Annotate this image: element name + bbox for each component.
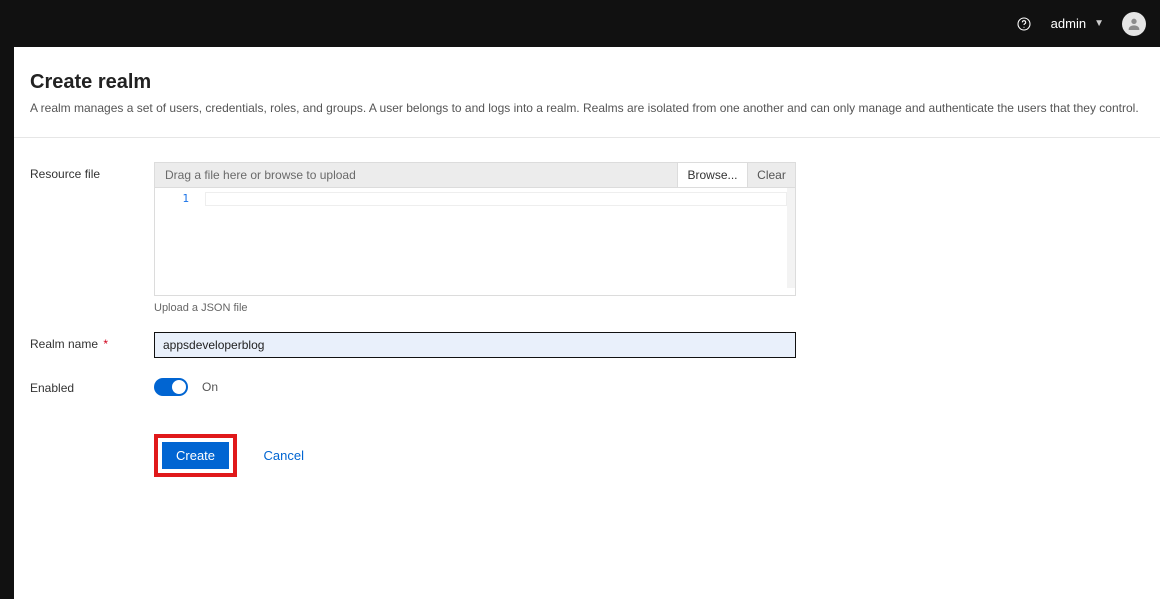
editor-gutter: 1 bbox=[155, 188, 195, 295]
editor-scrollbar[interactable] bbox=[787, 188, 795, 288]
resource-file-row: Resource file Drag a file here or browse… bbox=[30, 162, 1144, 314]
page-description: A realm manages a set of users, credenti… bbox=[30, 100, 1144, 117]
actions-row: Create Cancel bbox=[30, 434, 1144, 477]
topbar: admin ▼ bbox=[0, 0, 1160, 47]
cancel-button[interactable]: Cancel bbox=[263, 448, 303, 463]
realm-name-label-text: Realm name bbox=[30, 337, 98, 351]
realm-name-row: Realm name * bbox=[30, 332, 1144, 358]
chevron-down-icon: ▼ bbox=[1094, 18, 1104, 29]
toggle-knob bbox=[172, 380, 186, 394]
upload-bar: Drag a file here or browse to upload Bro… bbox=[154, 162, 796, 188]
help-icon[interactable] bbox=[1015, 15, 1033, 33]
json-editor[interactable]: 1 bbox=[154, 188, 796, 296]
create-button-highlight: Create bbox=[154, 434, 237, 477]
enabled-row: Enabled On bbox=[30, 376, 1144, 396]
upload-help-text: Upload a JSON file bbox=[154, 302, 1144, 314]
enabled-toggle[interactable] bbox=[154, 378, 188, 396]
browse-button[interactable]: Browse... bbox=[677, 163, 747, 187]
upload-dropzone[interactable]: Drag a file here or browse to upload bbox=[155, 163, 677, 187]
create-realm-form: Resource file Drag a file here or browse… bbox=[14, 148, 1160, 497]
page-header: Create realm A realm manages a set of us… bbox=[14, 47, 1160, 131]
editor-pane[interactable] bbox=[205, 192, 787, 206]
realm-name-label: Realm name * bbox=[30, 332, 154, 351]
user-name: admin bbox=[1051, 16, 1086, 31]
content-panel: Create realm A realm manages a set of us… bbox=[14, 47, 1160, 599]
enabled-state-text: On bbox=[202, 380, 218, 394]
create-button[interactable]: Create bbox=[162, 442, 229, 469]
clear-button[interactable]: Clear bbox=[747, 163, 795, 187]
actions-spacer bbox=[30, 434, 154, 439]
divider bbox=[14, 137, 1160, 138]
enabled-label: Enabled bbox=[30, 376, 154, 395]
required-marker: * bbox=[103, 337, 108, 351]
user-menu[interactable]: admin ▼ bbox=[1051, 16, 1104, 31]
user-avatar-icon[interactable] bbox=[1122, 12, 1146, 36]
realm-name-input[interactable] bbox=[154, 332, 796, 358]
resource-file-label: Resource file bbox=[30, 162, 154, 181]
page-title: Create realm bbox=[30, 71, 1144, 94]
